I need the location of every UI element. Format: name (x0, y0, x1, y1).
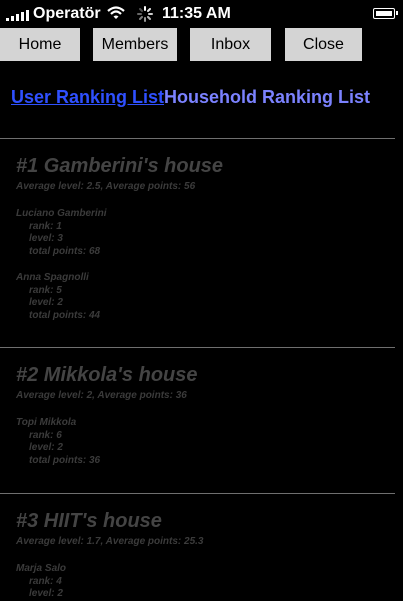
house-entry: #1 Gamberini's house Average level: 2.5,… (16, 154, 386, 322)
status-bar: Operatör 11:35 AM (0, 0, 403, 28)
house-title: #3 HIIT's house (16, 510, 162, 532)
household-ranking-label: Household Ranking List (164, 87, 371, 107)
house-summary: Average level: 2.5, Average points: 56 (16, 181, 196, 192)
wifi-icon (107, 6, 125, 19)
house-summary: Average level: 1.7, Average points: 25.3 (16, 536, 204, 547)
battery-icon (373, 8, 398, 19)
member-name: Anna Spagnolli (16, 272, 89, 283)
user-ranking-link[interactable]: User Ranking List (11, 87, 164, 107)
close-button[interactable]: Close (285, 28, 362, 61)
divider (0, 138, 395, 139)
member-level: level: 2 (29, 442, 63, 453)
members-button[interactable]: Members (93, 28, 177, 61)
activity-spinner-icon (137, 6, 153, 22)
divider (0, 347, 395, 348)
member-level: level: 2 (29, 297, 63, 308)
member-points: total points: 36 (29, 454, 101, 466)
member-rank: rank: 6 (29, 429, 62, 441)
member-rank: rank: 1 (29, 220, 62, 232)
member-level: level: 3 (29, 233, 63, 244)
member-rank: rank: 5 (29, 284, 62, 296)
carrier-name: Operatör (33, 5, 101, 22)
house-entry: #2 Mikkola's house Average level: 2, Ave… (16, 363, 386, 467)
house-summary: Average level: 2, Average points: 36 (16, 390, 187, 401)
signal-strength-icon (6, 9, 29, 21)
house-entry: #3 HIIT's house Average level: 1.7, Aver… (16, 509, 386, 601)
member-points: total points: 44 (29, 309, 101, 321)
member-name: Marja Salo (16, 563, 67, 574)
member-name: Luciano Gamberini (16, 208, 107, 219)
member-points: total points: 68 (29, 245, 101, 257)
member-rank: rank: 4 (29, 575, 62, 587)
inbox-button[interactable]: Inbox (190, 28, 271, 61)
home-button[interactable]: Home (0, 28, 80, 61)
member-level: level: 2 (29, 588, 63, 599)
member-entry: Anna Spagnolli rank: 5 level: 2 total po… (16, 272, 386, 322)
house-title: #1 Gamberini's house (16, 155, 224, 177)
member-entry: Topi Mikkola rank: 6 level: 2 total poin… (16, 417, 386, 467)
clock: 11:35 AM (162, 5, 231, 22)
divider (0, 493, 395, 494)
house-title: #2 Mikkola's house (16, 364, 198, 386)
member-name: Topi Mikkola (16, 417, 77, 428)
ranking-links: User Ranking ListHousehold Ranking List (11, 86, 381, 108)
member-entry: Luciano Gamberini rank: 1 level: 3 total… (16, 208, 386, 258)
member-entry: Marja Salo rank: 4 level: 2 (16, 563, 386, 601)
